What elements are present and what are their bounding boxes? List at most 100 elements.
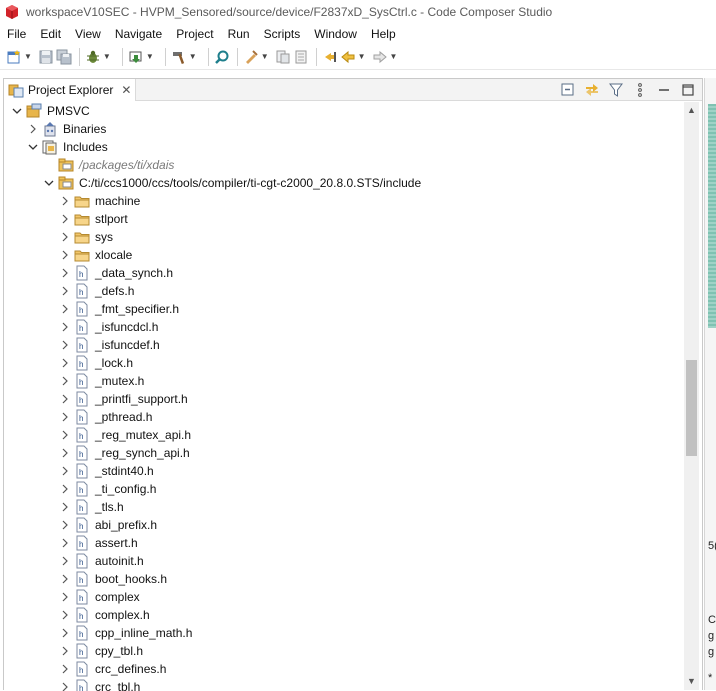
- chevron-right-icon[interactable]: [60, 610, 70, 620]
- chevron-down-icon[interactable]: ▼: [390, 52, 398, 61]
- tree-item[interactable]: C:/ti/ccs1000/ccs/tools/compiler/ti-cgt-…: [4, 174, 684, 192]
- view-menu-button[interactable]: [632, 82, 648, 98]
- scroll-up-icon[interactable]: ▲: [687, 105, 696, 115]
- tree-item[interactable]: h complex.h: [4, 606, 684, 624]
- tree-item[interactable]: h _reg_synch_api.h: [4, 444, 684, 462]
- tree-item[interactable]: h abi_prefix.h: [4, 516, 684, 534]
- chevron-down-icon[interactable]: ▼: [146, 52, 154, 61]
- tree-item[interactable]: h _stdint40.h: [4, 462, 684, 480]
- chevron-right-icon[interactable]: [60, 628, 70, 638]
- view-button[interactable]: [293, 46, 309, 68]
- flash-button[interactable]: ▼: [243, 46, 273, 68]
- filter-button[interactable]: [608, 82, 624, 98]
- tree-item[interactable]: h _printfi_support.h: [4, 390, 684, 408]
- chevron-down-icon[interactable]: [12, 106, 22, 116]
- link-editor-button[interactable]: [584, 82, 600, 98]
- tree-item[interactable]: h cpy_tbl.h: [4, 642, 684, 660]
- scroll-down-icon[interactable]: ▼: [687, 676, 696, 686]
- tree-item[interactable]: h _mutex.h: [4, 372, 684, 390]
- tree-item[interactable]: h _ti_config.h: [4, 480, 684, 498]
- chevron-right-icon[interactable]: [60, 232, 70, 242]
- load-button[interactable]: ▼: [128, 46, 158, 68]
- close-icon[interactable]: ✕: [121, 83, 131, 97]
- chevron-right-icon[interactable]: [60, 196, 70, 206]
- chevron-right-icon[interactable]: [60, 502, 70, 512]
- chevron-right-icon[interactable]: [60, 646, 70, 656]
- chevron-right-icon[interactable]: [60, 376, 70, 386]
- tree-item[interactable]: h boot_hooks.h: [4, 570, 684, 588]
- tree-item[interactable]: h _data_synch.h: [4, 264, 684, 282]
- tree-item[interactable]: h _defs.h: [4, 282, 684, 300]
- debug-button[interactable]: ▼: [85, 46, 115, 68]
- chevron-down-icon[interactable]: [44, 178, 54, 188]
- prev-edit-button[interactable]: [322, 46, 338, 68]
- tree-item[interactable]: h _pthread.h: [4, 408, 684, 426]
- menu-view[interactable]: View: [68, 27, 108, 41]
- tab-project-explorer[interactable]: Project Explorer ✕: [4, 79, 136, 101]
- chevron-right-icon[interactable]: [60, 214, 70, 224]
- tree-item[interactable]: Binaries: [4, 120, 684, 138]
- search-button[interactable]: [214, 46, 230, 68]
- menu-help[interactable]: Help: [364, 27, 403, 41]
- forward-button[interactable]: ▼: [372, 46, 402, 68]
- tree-item[interactable]: h _fmt_specifier.h: [4, 300, 684, 318]
- maximize-button[interactable]: [680, 82, 696, 98]
- minimize-button[interactable]: [656, 82, 672, 98]
- tree-item[interactable]: stlport: [4, 210, 684, 228]
- tree-item[interactable]: sys: [4, 228, 684, 246]
- chevron-right-icon[interactable]: [60, 484, 70, 494]
- tree-item[interactable]: /packages/ti/xdais: [4, 156, 684, 174]
- tree-item[interactable]: h _lock.h: [4, 354, 684, 372]
- tree-item[interactable]: h autoinit.h: [4, 552, 684, 570]
- menu-scripts[interactable]: Scripts: [257, 27, 308, 41]
- chevron-right-icon[interactable]: [60, 466, 70, 476]
- chevron-right-icon[interactable]: [60, 412, 70, 422]
- tree-item[interactable]: h _isfuncdcl.h: [4, 318, 684, 336]
- tree-item[interactable]: h crc_tbl.h: [4, 678, 684, 691]
- tree-item[interactable]: h cpp_inline_math.h: [4, 624, 684, 642]
- chevron-right-icon[interactable]: [60, 538, 70, 548]
- chevron-right-icon[interactable]: [60, 340, 70, 350]
- chevron-right-icon[interactable]: [60, 286, 70, 296]
- chevron-down-icon[interactable]: ▼: [24, 52, 32, 61]
- tree-item[interactable]: PMSVC: [4, 102, 684, 120]
- chevron-right-icon[interactable]: [60, 448, 70, 458]
- menu-window[interactable]: Window: [307, 27, 364, 41]
- tree-scrollbar[interactable]: ▲ ▼: [684, 102, 699, 690]
- chevron-right-icon[interactable]: [60, 592, 70, 602]
- chevron-right-icon[interactable]: [60, 556, 70, 566]
- chevron-right-icon[interactable]: [60, 430, 70, 440]
- menu-navigate[interactable]: Navigate: [108, 27, 169, 41]
- tree-item[interactable]: machine: [4, 192, 684, 210]
- chevron-right-icon[interactable]: [60, 268, 70, 278]
- chevron-down-icon[interactable]: ▼: [189, 52, 197, 61]
- tree-item[interactable]: h crc_defines.h: [4, 660, 684, 678]
- save-all-button[interactable]: [56, 46, 72, 68]
- tree-item[interactable]: Includes: [4, 138, 684, 156]
- chevron-right-icon[interactable]: [60, 520, 70, 530]
- menu-file[interactable]: File: [0, 27, 33, 41]
- tree-item[interactable]: h complex: [4, 588, 684, 606]
- build-button[interactable]: ▼: [171, 46, 201, 68]
- chevron-down-icon[interactable]: ▼: [261, 52, 269, 61]
- tree-item[interactable]: h _isfuncdef.h: [4, 336, 684, 354]
- chevron-right-icon[interactable]: [60, 304, 70, 314]
- chevron-right-icon[interactable]: [60, 664, 70, 674]
- tree-item[interactable]: h assert.h: [4, 534, 684, 552]
- chevron-right-icon[interactable]: [60, 358, 70, 368]
- menu-edit[interactable]: Edit: [33, 27, 68, 41]
- chevron-down-icon[interactable]: [28, 142, 38, 152]
- scrollbar-thumb[interactable]: [686, 360, 697, 456]
- collapse-all-button[interactable]: [560, 82, 576, 98]
- chevron-right-icon[interactable]: [60, 574, 70, 584]
- tree-item[interactable]: h _reg_mutex_api.h: [4, 426, 684, 444]
- chevron-right-icon[interactable]: [60, 394, 70, 404]
- tree-item[interactable]: xlocale: [4, 246, 684, 264]
- menu-run[interactable]: Run: [221, 27, 257, 41]
- ext-tool-button[interactable]: [275, 46, 291, 68]
- tree-item[interactable]: h _tls.h: [4, 498, 684, 516]
- chevron-down-icon[interactable]: ▼: [358, 52, 366, 61]
- chevron-right-icon[interactable]: [60, 322, 70, 332]
- chevron-right-icon[interactable]: [60, 250, 70, 260]
- chevron-right-icon[interactable]: [28, 124, 38, 134]
